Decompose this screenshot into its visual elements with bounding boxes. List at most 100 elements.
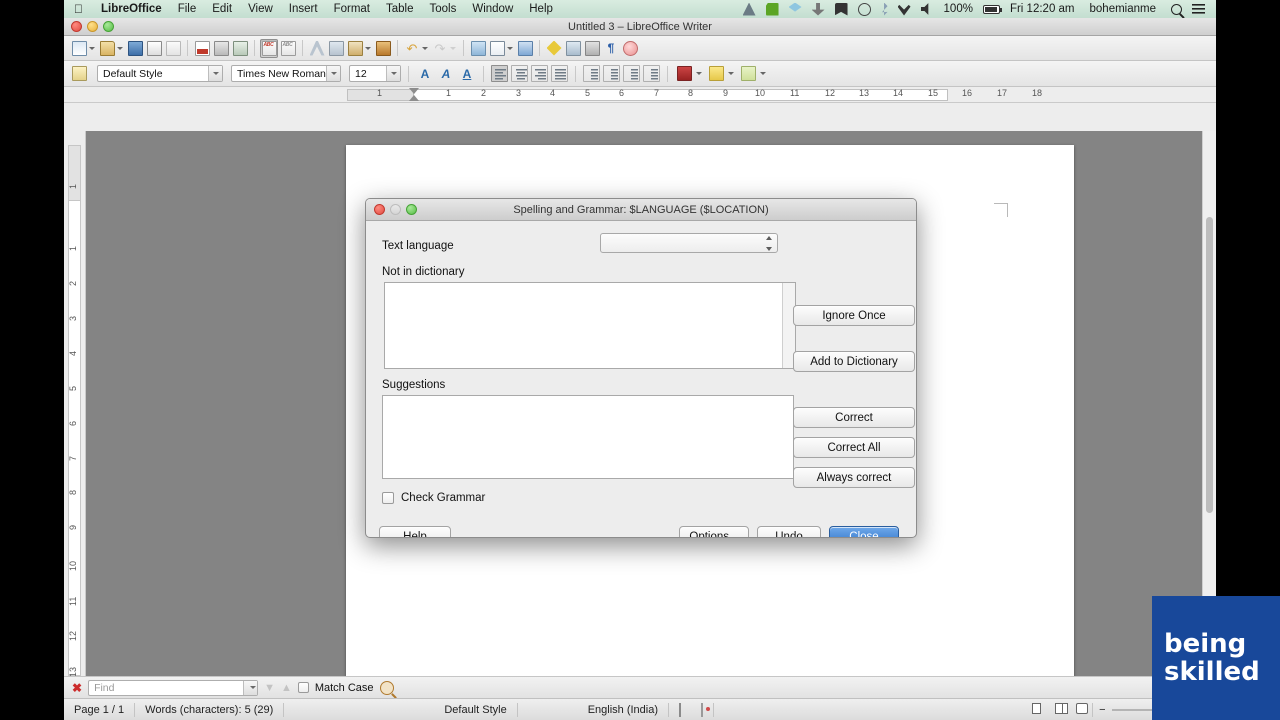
menubar-clock[interactable]: Fri 12:20 am bbox=[1005, 3, 1080, 15]
correct-all-button[interactable]: Correct All bbox=[793, 437, 915, 458]
chevron-down-icon[interactable] bbox=[326, 66, 340, 81]
zoom-out-button[interactable]: − bbox=[1093, 704, 1111, 716]
page-indicator[interactable]: Page 1 / 1 bbox=[64, 704, 134, 716]
undo-icon[interactable]: ↶ bbox=[403, 39, 421, 58]
insert-chart-icon[interactable] bbox=[516, 39, 534, 58]
menubar-username[interactable]: bohemianme bbox=[1080, 3, 1166, 15]
insert-table-icon[interactable] bbox=[488, 39, 506, 58]
menu-insert[interactable]: Insert bbox=[281, 3, 326, 15]
close-find-icon[interactable]: ✖ bbox=[72, 681, 82, 695]
bluetooth-icon[interactable] bbox=[876, 2, 893, 16]
multi-page-view-icon[interactable] bbox=[1051, 702, 1072, 717]
battery-percent[interactable]: 100% bbox=[939, 3, 978, 15]
search-input[interactable]: Find bbox=[88, 679, 259, 696]
align-center-icon[interactable] bbox=[511, 65, 528, 82]
notification-center-icon[interactable] bbox=[1187, 3, 1210, 15]
match-case-checkbox[interactable] bbox=[297, 682, 309, 693]
suggestions-textarea[interactable] bbox=[382, 395, 794, 479]
menu-format[interactable]: Format bbox=[326, 3, 378, 15]
paste-icon[interactable] bbox=[346, 39, 364, 58]
decrease-indent-icon[interactable] bbox=[623, 65, 640, 82]
paste-dropdown-icon[interactable] bbox=[365, 46, 371, 50]
track-changes-icon[interactable] bbox=[583, 39, 601, 58]
language-indicator[interactable]: English (India) bbox=[578, 704, 668, 716]
find-all-icon[interactable] bbox=[379, 680, 394, 695]
dropbox-icon[interactable] bbox=[784, 2, 807, 16]
font-name-combo[interactable]: Times New Roman bbox=[231, 65, 341, 82]
background-color-icon[interactable] bbox=[739, 64, 757, 83]
not-in-dictionary-textarea[interactable] bbox=[384, 282, 796, 369]
insert-field-icon[interactable] bbox=[545, 39, 563, 58]
insert-table-dropdown-icon[interactable] bbox=[507, 46, 513, 50]
redo-icon[interactable]: ↷ bbox=[431, 39, 449, 58]
stepper-icon[interactable] bbox=[764, 236, 773, 251]
edit-file-icon[interactable] bbox=[164, 39, 182, 58]
menu-edit[interactable]: Edit bbox=[204, 3, 240, 15]
open-file-dropdown-icon[interactable] bbox=[117, 46, 123, 50]
background-color-dropdown-icon[interactable] bbox=[760, 72, 766, 75]
wifi-icon[interactable] bbox=[893, 3, 916, 16]
gallery-icon[interactable] bbox=[621, 39, 639, 58]
download-icon[interactable] bbox=[807, 2, 830, 16]
highlight-color-dropdown-icon[interactable] bbox=[696, 72, 702, 75]
insert-image-icon[interactable] bbox=[469, 39, 487, 58]
vertical-ruler[interactable]: 1 1 2 3 4 5 6 7 8 9 10 11 12 13 bbox=[64, 131, 86, 677]
insert-mode-icon[interactable] bbox=[669, 702, 691, 717]
underline-icon[interactable]: A bbox=[458, 64, 476, 83]
paragraph-style-icon[interactable] bbox=[70, 64, 88, 83]
options-button[interactable]: Options... bbox=[679, 526, 749, 537]
undo-dropdown-icon[interactable] bbox=[422, 46, 428, 50]
time-machine-icon[interactable] bbox=[853, 2, 876, 16]
menu-file[interactable]: File bbox=[170, 3, 205, 15]
export-pdf-icon[interactable] bbox=[193, 39, 211, 58]
battery-icon[interactable] bbox=[978, 4, 1005, 14]
text-language-select[interactable] bbox=[600, 233, 778, 253]
save-status-icon[interactable] bbox=[691, 702, 713, 717]
menu-app-name[interactable]: LibreOffice bbox=[93, 3, 170, 15]
ignore-once-button[interactable]: Ignore Once bbox=[793, 305, 915, 326]
italic-icon[interactable]: A bbox=[437, 64, 455, 83]
menu-view[interactable]: View bbox=[240, 3, 281, 15]
auto-spellcheck-icon[interactable] bbox=[279, 39, 297, 58]
chevron-down-icon[interactable] bbox=[208, 66, 222, 81]
single-page-view-icon[interactable] bbox=[1022, 702, 1051, 717]
save-icon[interactable] bbox=[126, 39, 144, 58]
clone-formatting-icon[interactable] bbox=[374, 39, 392, 58]
vertical-scrollbar[interactable] bbox=[1202, 131, 1216, 676]
word-count[interactable]: Words (characters): 5 (29) bbox=[135, 704, 283, 716]
formatting-marks-icon[interactable]: ¶ bbox=[602, 39, 620, 58]
font-size-combo[interactable]: 12 bbox=[349, 65, 401, 82]
apple-icon[interactable]:  bbox=[74, 2, 83, 16]
book-view-icon[interactable] bbox=[1072, 702, 1092, 717]
undo-button[interactable]: Undo bbox=[757, 526, 821, 537]
evernote-icon[interactable] bbox=[761, 2, 784, 16]
copy-icon[interactable] bbox=[327, 39, 345, 58]
font-color-icon[interactable] bbox=[707, 64, 725, 83]
increase-indent-icon[interactable] bbox=[643, 65, 660, 82]
email-icon[interactable] bbox=[145, 39, 163, 58]
find-next-icon[interactable]: ▲ bbox=[281, 682, 292, 694]
print-preview-icon[interactable] bbox=[231, 39, 249, 58]
justify-icon[interactable] bbox=[551, 65, 568, 82]
find-previous-icon[interactable]: ▼ bbox=[264, 682, 275, 694]
menu-help[interactable]: Help bbox=[521, 3, 561, 15]
check-grammar-checkbox[interactable] bbox=[382, 492, 394, 504]
paragraph-style-combo[interactable]: Default Style bbox=[97, 65, 223, 82]
add-to-dictionary-button[interactable]: Add to Dictionary bbox=[793, 351, 915, 372]
chevron-down-icon[interactable] bbox=[243, 680, 258, 695]
scrollbar-thumb[interactable] bbox=[1206, 217, 1213, 513]
spotlight-search-icon[interactable] bbox=[1166, 3, 1187, 15]
font-color-dropdown-icon[interactable] bbox=[728, 72, 734, 75]
align-left-icon[interactable] bbox=[491, 65, 508, 82]
menu-window[interactable]: Window bbox=[464, 3, 521, 15]
bullet-list-icon[interactable] bbox=[583, 65, 600, 82]
new-document-dropdown-icon[interactable] bbox=[89, 46, 95, 50]
help-button[interactable]: Help bbox=[379, 526, 451, 537]
highlight-color-icon[interactable] bbox=[675, 64, 693, 83]
close-button[interactable]: Close bbox=[829, 526, 899, 537]
bold-icon[interactable]: A bbox=[416, 64, 434, 83]
volume-icon[interactable] bbox=[916, 3, 939, 16]
bookmark-icon[interactable] bbox=[830, 2, 853, 16]
numbered-list-icon[interactable] bbox=[603, 65, 620, 82]
spelling-check-icon[interactable] bbox=[260, 38, 278, 58]
